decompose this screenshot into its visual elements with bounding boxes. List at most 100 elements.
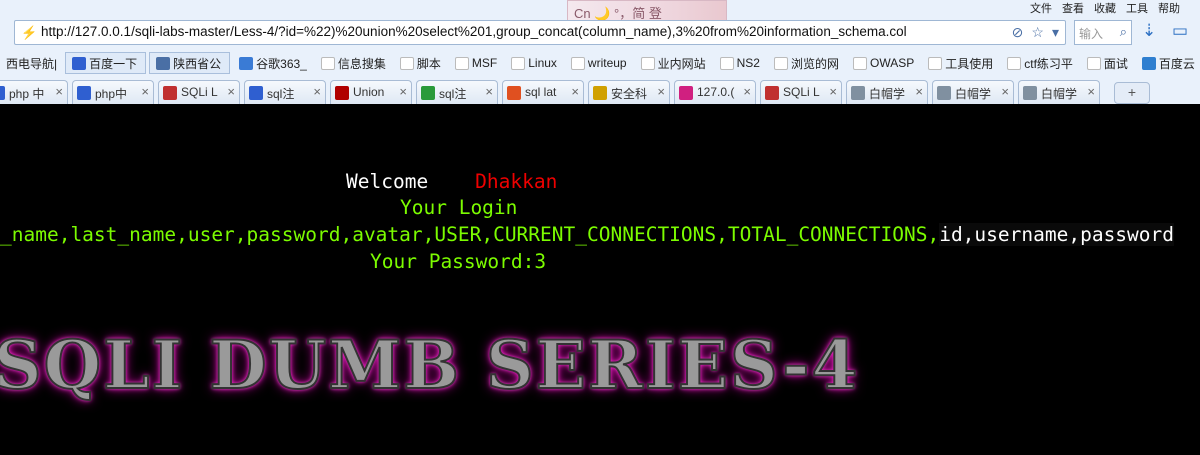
browser-tab[interactable]: php中 × [72, 80, 154, 104]
browser-tab[interactable]: sql注 × [244, 80, 326, 104]
bookmark-item[interactable]: 面试 [1081, 53, 1136, 73]
bookmark-label: 信息搜集 [337, 56, 386, 71]
close-icon[interactable]: × [399, 84, 407, 99]
folder-icon [454, 56, 469, 70]
bookmark-item[interactable]: 西电导航| [0, 53, 65, 73]
bookmark-label: 百度云 [1158, 56, 1195, 71]
bookmark-label: 百度一下 [89, 56, 138, 71]
tab-label: SQLi L [783, 85, 820, 99]
site-icon [72, 56, 87, 70]
close-icon[interactable]: × [1087, 84, 1095, 99]
page-content: Welcome Dhakkan Your Login _name,last_na… [0, 104, 1200, 455]
bookmark-item[interactable]: MSF [449, 53, 505, 73]
site-icon [1023, 86, 1037, 100]
bookmark-item[interactable]: writeup [565, 53, 635, 73]
close-icon[interactable]: × [571, 84, 579, 99]
welcome-name: Dhakkan [475, 170, 558, 193]
browser-tab[interactable]: 白帽学 × [932, 80, 1014, 104]
browser-tab[interactable]: php 中 × [0, 80, 68, 104]
bookmark-item[interactable]: NS2 [714, 53, 768, 73]
browser-chrome: 文件 查看 收藏 工具 帮助 Cn 🌙 °，简 登 ⚡ http://127.0… [0, 0, 1200, 104]
close-icon[interactable]: × [743, 84, 751, 99]
close-icon[interactable]: × [313, 84, 321, 99]
bookmark-label: 陕西省公 [173, 56, 222, 71]
tab-label: Union [353, 85, 385, 99]
menu-view[interactable]: 查看 [1062, 0, 1084, 15]
bookmark-item[interactable]: OWASP [847, 53, 922, 73]
tab-label: php 中 [9, 87, 45, 101]
close-icon[interactable]: × [657, 84, 665, 99]
address-bar[interactable]: ⚡ http://127.0.0.1/sqli-labs-master/Less… [14, 20, 1066, 45]
bookmark-item[interactable]: 百度云 [1136, 53, 1200, 73]
bookmark-item[interactable]: 业内网站 [635, 53, 714, 73]
search-input[interactable]: 输入 [1079, 27, 1103, 41]
tab-label: 127.0.( [697, 85, 735, 99]
site-icon [851, 86, 865, 100]
browser-tab[interactable]: 安全科 × [588, 80, 670, 104]
site-icon [77, 86, 91, 100]
browser-tab[interactable]: SQLi L × [158, 80, 240, 104]
bookmark-label: 工具使用 [945, 56, 994, 71]
password-label: Your Password:3 [370, 250, 547, 273]
site-icon [507, 86, 521, 100]
close-icon[interactable]: × [485, 84, 493, 99]
close-icon[interactable]: × [141, 84, 149, 99]
columns-output: _name,last_name,user,password,avatar,USE… [0, 223, 1175, 246]
browser-tab[interactable]: SQLi L × [760, 80, 842, 104]
shield-icon[interactable]: ⊘ [1012, 24, 1024, 41]
site-icon [937, 86, 951, 100]
search-icon[interactable]: ⌕ [1120, 24, 1127, 40]
close-icon[interactable]: × [915, 84, 923, 99]
site-icon [421, 86, 435, 100]
close-icon[interactable]: × [55, 84, 63, 99]
folder-icon [570, 56, 585, 70]
browser-tab[interactable]: 白帽学 × [1018, 80, 1100, 104]
columns-text: _name,last_name,user,password,avatar,USE… [0, 223, 940, 246]
bookmark-item[interactable]: 脚本 [394, 53, 449, 73]
window-icon[interactable]: ▭ [1172, 21, 1188, 41]
address-row: ⚡ http://127.0.0.1/sqli-labs-master/Less… [0, 17, 1200, 49]
site-icon [679, 86, 693, 100]
bookmark-item[interactable]: 工具使用 [922, 53, 1001, 73]
menu-help[interactable]: 帮助 [1158, 0, 1180, 15]
tab-label: php中 [95, 87, 128, 101]
tab-label: 白帽学 [955, 87, 992, 101]
new-tab-button[interactable]: + [1114, 82, 1150, 104]
bookmark-item[interactable]: 陕西省公 [149, 52, 231, 74]
bookmark-item[interactable]: 信息搜集 [315, 53, 394, 73]
menu-favorites[interactable]: 收藏 [1094, 0, 1116, 15]
bookmark-label: 西电导航| [6, 56, 58, 71]
browser-tab[interactable]: sql注 × [416, 80, 498, 104]
browser-tab[interactable]: Union × [330, 80, 412, 104]
menu-file[interactable]: 文件 [1030, 0, 1052, 15]
folder-icon [511, 56, 526, 70]
browser-tab[interactable]: 127.0.( × [674, 80, 756, 104]
close-icon[interactable]: × [227, 84, 235, 99]
search-box[interactable]: 输入 ⌕ [1074, 20, 1132, 45]
welcome-line: Welcome Dhakkan [346, 170, 557, 193]
folder-icon [852, 56, 867, 70]
site-icon [0, 86, 5, 100]
close-icon[interactable]: × [829, 84, 837, 99]
menu-tools[interactable]: 工具 [1126, 0, 1148, 15]
star-icon[interactable]: ☆ [1031, 24, 1044, 41]
download-icon[interactable]: ⇣ [1142, 21, 1156, 41]
dropdown-icon[interactable]: ▾ [1052, 24, 1059, 41]
tab-label: sql注 [439, 87, 467, 101]
browser-tab[interactable]: 白帽学 × [846, 80, 928, 104]
close-icon[interactable]: × [1001, 84, 1009, 99]
bookmark-label: 谷歌363_ [256, 56, 307, 71]
bookmark-item[interactable]: 百度一下 [65, 52, 147, 74]
folder-icon [640, 56, 655, 70]
bookmark-item[interactable]: 谷歌363_ [233, 53, 315, 73]
tab-label: 白帽学 [1041, 87, 1078, 101]
bookmark-label: 浏览的网 [790, 56, 839, 71]
bookmark-item[interactable]: 浏览的网 [768, 53, 847, 73]
bookmark-item[interactable]: Linux [505, 53, 565, 73]
address-url[interactable]: http://127.0.0.1/sqli-labs-master/Less-4… [41, 24, 1011, 39]
address-actions: ⊘ ☆ ▾ [1012, 24, 1059, 41]
browser-tab[interactable]: sql lat × [502, 80, 584, 104]
folder-icon [928, 56, 943, 70]
bookmark-item[interactable]: ctf练习平 [1001, 53, 1081, 73]
tab-label: 安全科 [611, 87, 648, 101]
